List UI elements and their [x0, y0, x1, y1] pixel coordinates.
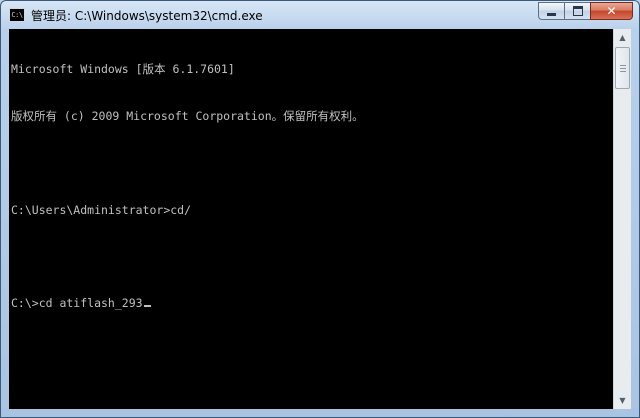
scroll-down-button[interactable]: ▼: [614, 392, 631, 409]
arrow-down-icon: ▼: [619, 396, 626, 405]
minimize-button[interactable]: [538, 2, 564, 20]
grip-icon: [620, 71, 626, 72]
title-bar[interactable]: C:\ 管理员: C:\Windows\system32\cmd.exe ✕: [1, 1, 639, 29]
console-icon[interactable]: C:\: [9, 8, 25, 22]
close-button[interactable]: ✕: [590, 2, 633, 20]
cmd-window: C:\ 管理员: C:\Windows\system32\cmd.exe ✕ M…: [0, 0, 640, 418]
maximize-button[interactable]: [564, 2, 590, 20]
scroll-thumb[interactable]: [615, 47, 630, 89]
console-output-area[interactable]: Microsoft Windows [版本 6.1.7601] 版权所有 (c)…: [9, 29, 613, 409]
grip-icon: [620, 68, 626, 69]
grip-icon: [620, 65, 626, 66]
arrow-up-icon: ▲: [619, 33, 626, 42]
text-cursor: [143, 305, 151, 308]
console-line: Microsoft Windows [版本 6.1.7601]: [11, 62, 235, 77]
console-text: Microsoft Windows [版本 6.1.7601] 版权所有 (c)…: [11, 31, 613, 343]
console-line: 版权所有 (c) 2009 Microsoft Corporation。保留所有…: [11, 108, 364, 123]
console-prompt-input[interactable]: C:\>cd atiflash_293: [11, 296, 143, 310]
minimize-icon: [547, 12, 556, 16]
scroll-up-button[interactable]: ▲: [614, 29, 631, 46]
close-icon: ✕: [606, 4, 617, 18]
window-title: 管理员: C:\Windows\system32\cmd.exe: [31, 8, 263, 23]
console-input-line[interactable]: C:\>cd atiflash_293: [11, 296, 613, 312]
caption-buttons: ✕: [538, 2, 633, 21]
console-line: C:\Users\Administrator>cd/: [11, 202, 192, 217]
maximize-icon: [572, 6, 583, 16]
vertical-scrollbar[interactable]: ▲ ▼: [613, 29, 631, 409]
